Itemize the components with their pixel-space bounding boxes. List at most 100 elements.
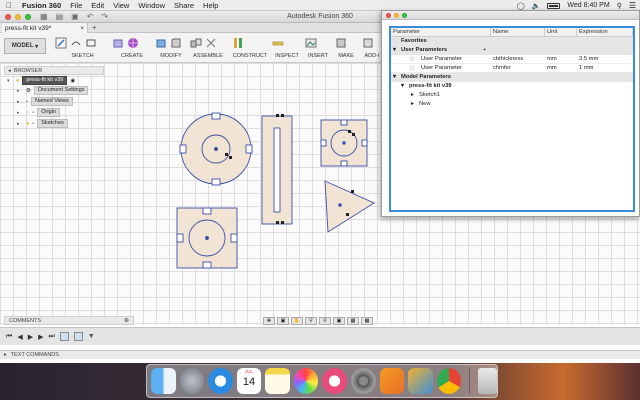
- minimize-dialog-icon[interactable]: [394, 13, 399, 18]
- expand-icon[interactable]: ▸: [411, 100, 414, 109]
- browser-header[interactable]: ◂ BROWSER: [4, 66, 104, 75]
- param-unit[interactable]: mm: [547, 55, 557, 64]
- create-group[interactable]: CREATE: [112, 35, 152, 63]
- notes-icon[interactable]: [265, 368, 290, 394]
- param-unit[interactable]: mm: [547, 64, 557, 73]
- line-icon[interactable]: [70, 37, 82, 49]
- go-to-end-icon[interactable]: ⏭: [48, 333, 54, 341]
- collapse-icon[interactable]: ▾: [393, 46, 396, 55]
- parameters-dialog-titlebar[interactable]: [382, 11, 639, 20]
- pan-icon[interactable]: ✋: [291, 317, 303, 325]
- itunes-icon[interactable]: [322, 368, 347, 394]
- document-tab[interactable]: press-fit kit v39* ×: [2, 23, 88, 33]
- menu-help[interactable]: Help: [203, 1, 218, 10]
- display-settings-icon[interactable]: ▣: [333, 317, 345, 325]
- table-row[interactable]: ☆ User Parameter chmfer mm 1 mm: [391, 64, 633, 73]
- create-sketch-icon[interactable]: [55, 37, 67, 49]
- scripts-icon[interactable]: [362, 37, 374, 49]
- lightbulb-icon[interactable]: ○: [26, 110, 29, 116]
- grid-settings-icon[interactable]: ▦: [347, 317, 359, 325]
- finder-icon[interactable]: [151, 368, 176, 394]
- model-parameters-section[interactable]: ▾ Model Parameters: [391, 73, 633, 82]
- favorite-star-icon[interactable]: ☆: [409, 55, 415, 64]
- volume-icon[interactable]: 🔈: [532, 2, 541, 10]
- menu-app-name[interactable]: Fusion 360: [22, 1, 61, 10]
- play-icon[interactable]: ▶: [28, 333, 33, 341]
- activate-radio-icon[interactable]: ◉: [70, 78, 75, 84]
- model-child-row[interactable]: ▸ Sketch1: [391, 91, 633, 100]
- assemble-group[interactable]: ASSEMBLE: [190, 35, 226, 63]
- chrome-icon[interactable]: [436, 368, 462, 394]
- viewports-icon[interactable]: ▦: [361, 317, 373, 325]
- comments-panel[interactable]: COMMENTS ⊕: [4, 316, 134, 325]
- lightbulb-icon[interactable]: ●: [26, 121, 29, 127]
- user-parameters-section[interactable]: ▾ User Parameters +: [391, 46, 633, 55]
- measure-icon[interactable]: [272, 37, 284, 49]
- model-root-row[interactable]: ▾ press-fit kit v39: [391, 82, 633, 91]
- expand-icon[interactable]: ▸: [17, 121, 23, 127]
- launchpad-icon[interactable]: [179, 368, 205, 394]
- menu-window[interactable]: Window: [138, 1, 165, 10]
- expand-root-icon[interactable]: ▾: [7, 78, 13, 84]
- fillet-icon[interactable]: [170, 37, 182, 49]
- inspect-group[interactable]: INSPECT: [272, 35, 302, 63]
- add-parameter-icon[interactable]: +: [483, 46, 486, 55]
- press-pull-icon[interactable]: [155, 37, 167, 49]
- collapse-browser-icon[interactable]: ◂: [8, 68, 11, 74]
- sketch-group[interactable]: SKETCH: [55, 35, 110, 63]
- extrude-icon[interactable]: [112, 37, 124, 49]
- go-to-start-icon[interactable]: ⏮: [6, 333, 12, 341]
- fusion360-icon[interactable]: [379, 368, 405, 394]
- safari-icon[interactable]: [208, 368, 233, 394]
- menu-view[interactable]: View: [113, 1, 129, 10]
- zoom-icon[interactable]: ⚲: [305, 317, 317, 325]
- step-forward-icon[interactable]: ▶: [38, 333, 43, 341]
- offset-plane-icon[interactable]: [232, 37, 244, 49]
- collapse-icon[interactable]: ▾: [401, 82, 404, 91]
- step-back-icon[interactable]: ◀: [17, 333, 22, 341]
- timeline-feature-sketch[interactable]: [59, 332, 69, 341]
- zoom-dialog-icon[interactable]: [402, 13, 407, 18]
- param-name[interactable]: cbthickness: [493, 55, 523, 64]
- browser-root-row[interactable]: ▾ ● press-fit kit v39 ◉: [7, 76, 75, 85]
- expand-icon[interactable]: ▸: [17, 88, 23, 94]
- expand-icon[interactable]: ▸: [17, 99, 23, 105]
- photos-icon[interactable]: [293, 368, 319, 394]
- system-preferences-icon[interactable]: [350, 368, 376, 394]
- column-header-parameter[interactable]: Parameter: [391, 28, 491, 37]
- browser-item-origin[interactable]: ▸ ○ ▫ Origin: [17, 108, 60, 117]
- workspace-switcher[interactable]: MODEL ▾: [4, 38, 46, 54]
- fusion360-alt-icon[interactable]: [408, 368, 433, 394]
- notification-center-icon[interactable]: ☰: [629, 1, 636, 10]
- look-at-icon[interactable]: ▣: [277, 317, 289, 325]
- browser-item-sketches[interactable]: ▸ ● ▫ Sketches: [17, 119, 68, 128]
- add-ins-group[interactable]: ADD-I: [362, 35, 382, 63]
- insert-group[interactable]: INSERT: [305, 35, 331, 63]
- spotlight-icon[interactable]: ⚲: [617, 2, 622, 10]
- close-dialog-icon[interactable]: [386, 13, 391, 18]
- param-expression[interactable]: 3.5 mm: [579, 55, 598, 64]
- new-tab-icon[interactable]: +: [92, 23, 97, 32]
- orbit-icon[interactable]: ✥: [263, 317, 275, 325]
- browser-item-document-settings[interactable]: ▸ ⚙ Document Settings: [17, 86, 89, 95]
- expand-icon[interactable]: ▸: [411, 91, 414, 100]
- timeline-marker-icon[interactable]: ▼: [88, 333, 95, 340]
- lightbulb-icon[interactable]: ●: [16, 78, 19, 84]
- favorites-section[interactable]: Favorites: [391, 37, 633, 46]
- apple-menu-icon[interactable]: : [6, 1, 16, 10]
- 3d-print-icon[interactable]: [335, 37, 347, 49]
- joint-icon[interactable]: [205, 37, 217, 49]
- wifi-icon[interactable]: ◯: [517, 2, 525, 10]
- modify-group[interactable]: MODIFY: [155, 35, 187, 63]
- menu-edit[interactable]: Edit: [91, 1, 104, 10]
- expand-icon[interactable]: ▸: [17, 110, 23, 116]
- collapse-icon[interactable]: ▾: [393, 73, 396, 82]
- make-group[interactable]: MAKE: [335, 35, 357, 63]
- favorite-star-icon[interactable]: ☆: [409, 64, 415, 73]
- new-component-icon[interactable]: [190, 37, 202, 49]
- model-child-row[interactable]: ▸ New: [391, 100, 633, 109]
- construct-group[interactable]: CONSTRUCT: [232, 35, 268, 63]
- table-row[interactable]: ☆ User Parameter cbthickness mm 3.5 mm: [391, 55, 633, 64]
- insert-image-icon[interactable]: [305, 37, 317, 49]
- clock[interactable]: Wed 8:40 PM: [567, 2, 609, 9]
